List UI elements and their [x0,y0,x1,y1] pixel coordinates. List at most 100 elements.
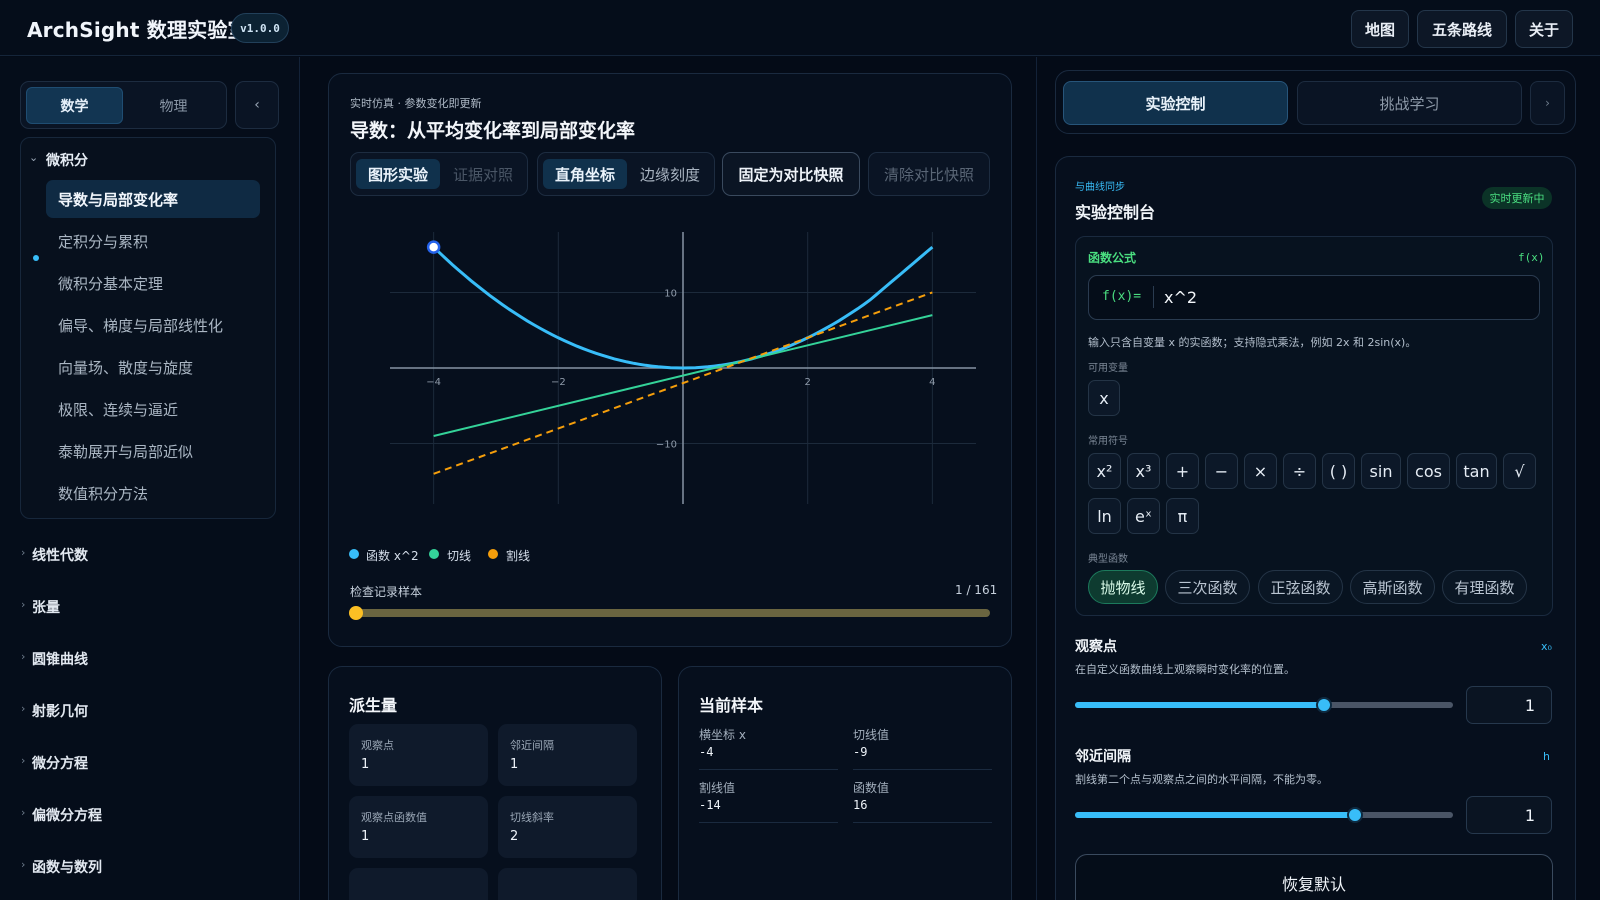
topic-item-derivative[interactable]: 导数与局部变化率 [46,180,260,218]
observe-desc: 在自定义函数曲线上观察瞬时变化率的位置。 [1075,663,1295,676]
observe-title: 观察点 [1075,639,1117,655]
tab-evidence[interactable]: 证据对照 [443,159,523,189]
preset-parabola[interactable]: 抛物线 [1088,570,1158,604]
preset-sine[interactable]: 正弦函数 [1258,570,1343,604]
chevron-right-icon: › [1545,96,1550,110]
preset-cubic[interactable]: 三次函数 [1165,570,1250,604]
view-toggle: 图形实验 证据对照 [350,152,528,196]
symbol-square-chip[interactable]: x² [1088,453,1121,489]
symbol-sin-chip[interactable]: sin [1361,453,1401,489]
reset-defaults-button[interactable]: 恢复默认 [1075,854,1553,900]
chevron-right-icon: › [21,806,26,819]
chevron-right-icon: › [21,754,26,767]
next-tab-button[interactable]: › [1530,81,1565,125]
x-tick-label: 4 [929,377,935,388]
row-label: 函数值 [853,781,890,795]
formula-tag: f(x) [1518,251,1545,264]
chevron-right-icon: › [21,546,26,559]
symbol-plus-chip[interactable]: + [1166,453,1199,489]
map-button[interactable]: 地图 [1351,10,1409,48]
symbol-exp-chip[interactable]: eˣ [1127,498,1160,534]
stat-card: 观察点 1 [349,724,488,786]
stat-card: 切线斜率 2 [498,796,637,858]
topic-item[interactable]: 偏导、梯度与局部线性化 [46,306,260,344]
routes-button[interactable]: 五条路线 [1417,10,1507,48]
divider [699,769,838,770]
legend-swatch-secant [488,549,498,559]
chevron-right-icon: › [21,702,26,715]
stat-card: 观察点函数值 1 [349,796,488,858]
divider [853,822,992,823]
divider [853,769,992,770]
topic-item[interactable]: 极限、连续与逼近 [46,390,260,428]
sample-slider-thumb[interactable] [349,606,363,620]
row-value: -14 [699,798,721,812]
legend-secant: 割线 [506,549,531,563]
tab-graph-experiment[interactable]: 图形实验 [356,159,440,189]
pin-snapshot-button[interactable]: 固定为对比快照 [722,152,860,196]
about-button[interactable]: 关于 [1515,10,1573,48]
legend-function: 函数 x^2 [366,549,419,563]
row-label: 切线值 [853,728,890,742]
tab-edge-ticks[interactable]: 边缘刻度 [630,159,710,189]
sample-slider-track[interactable] [352,609,990,617]
chevron-right-icon: › [21,650,26,663]
chevron-down-icon[interactable]: ⌄ [29,151,38,164]
symbol-ln-chip[interactable]: ln [1088,498,1121,534]
collapse-sidebar-button[interactable]: ‹ [235,81,279,129]
row-value: -4 [699,745,714,759]
interval-desc: 割线第二个点与观察点之间的水平间隔，不能为零。 [1075,773,1328,786]
observe-slider-fill [1075,702,1325,708]
formula-input[interactable]: f(x)= x^2 [1088,275,1540,320]
legend-swatch-tangent [429,549,439,559]
tab-challenge[interactable]: 挑战学习 [1297,81,1522,125]
x-tick-label: −4 [426,377,441,388]
interval-title: 邻近间隔 [1075,749,1131,765]
stat-card [498,868,637,900]
topic-item[interactable]: 泰勒展开与局部近似 [46,432,260,470]
tab-physics[interactable]: 物理 [125,87,222,124]
symbol-divide-chip[interactable]: ÷ [1283,453,1316,489]
topic-item[interactable]: 向量场、散度与旋度 [46,348,260,386]
x-tick-label: 2 [804,377,810,388]
page-title: 导数：从平均变化率到局部变化率 [350,120,636,142]
interval-slider-thumb[interactable] [1346,807,1363,823]
symbol-minus-chip[interactable]: − [1205,453,1238,489]
var-x-chip[interactable]: x [1088,380,1120,416]
symbol-times-chip[interactable]: × [1244,453,1277,489]
section-item[interactable]: › 微分方程 [21,753,88,773]
symbol-parens-chip[interactable]: ( ) [1322,453,1355,489]
clear-snapshot-button[interactable]: 清除对比快照 [868,152,990,196]
topic-item[interactable]: 定积分与累积 [46,222,260,260]
section-item[interactable]: › 圆锥曲线 [21,649,88,669]
formula-title: 函数公式 [1088,251,1137,265]
topic-item[interactable]: 数值积分方法 [46,474,260,512]
interval-slider-fill [1075,812,1355,818]
section-item[interactable]: › 线性代数 [21,545,88,565]
section-item[interactable]: › 张量 [21,597,60,617]
formula-value[interactable]: x^2 [1164,288,1197,307]
section-item[interactable]: › 射影几何 [21,701,88,721]
symbol-sqrt-chip[interactable]: √ [1503,453,1536,489]
chevron-left-icon: ‹ [254,97,260,113]
preset-rational[interactable]: 有理函数 [1442,570,1527,604]
symbol-pi-chip[interactable]: π [1166,498,1199,534]
tab-math[interactable]: 数学 [26,87,123,124]
section-item[interactable]: › 函数与数列 [21,857,102,877]
preset-gaussian[interactable]: 高斯函数 [1350,570,1435,604]
tab-experiment-control[interactable]: 实验控制 [1063,81,1288,125]
derivative-plot[interactable]: −4 −2 2 4 10 −10 [390,232,976,504]
tab-cartesian[interactable]: 直角坐标 [543,159,627,189]
symbol-cube-chip[interactable]: x³ [1127,453,1160,489]
card-kicker: 实时仿真 · 参数变化即更新 [350,97,482,110]
section-item[interactable]: › 偏微分方程 [21,805,102,825]
divider [1153,286,1154,308]
group-title[interactable]: 微积分 [46,150,88,170]
interval-value-input[interactable]: 1 [1466,796,1552,834]
panel-title: 实验控制台 [1075,203,1156,222]
row-label: 横坐标 x [699,728,746,742]
symbol-tan-chip[interactable]: tan [1456,453,1497,489]
topic-item[interactable]: 微积分基本定理 [46,264,260,302]
observe-value-input[interactable]: 1 [1466,686,1552,724]
symbol-cos-chip[interactable]: cos [1407,453,1450,489]
